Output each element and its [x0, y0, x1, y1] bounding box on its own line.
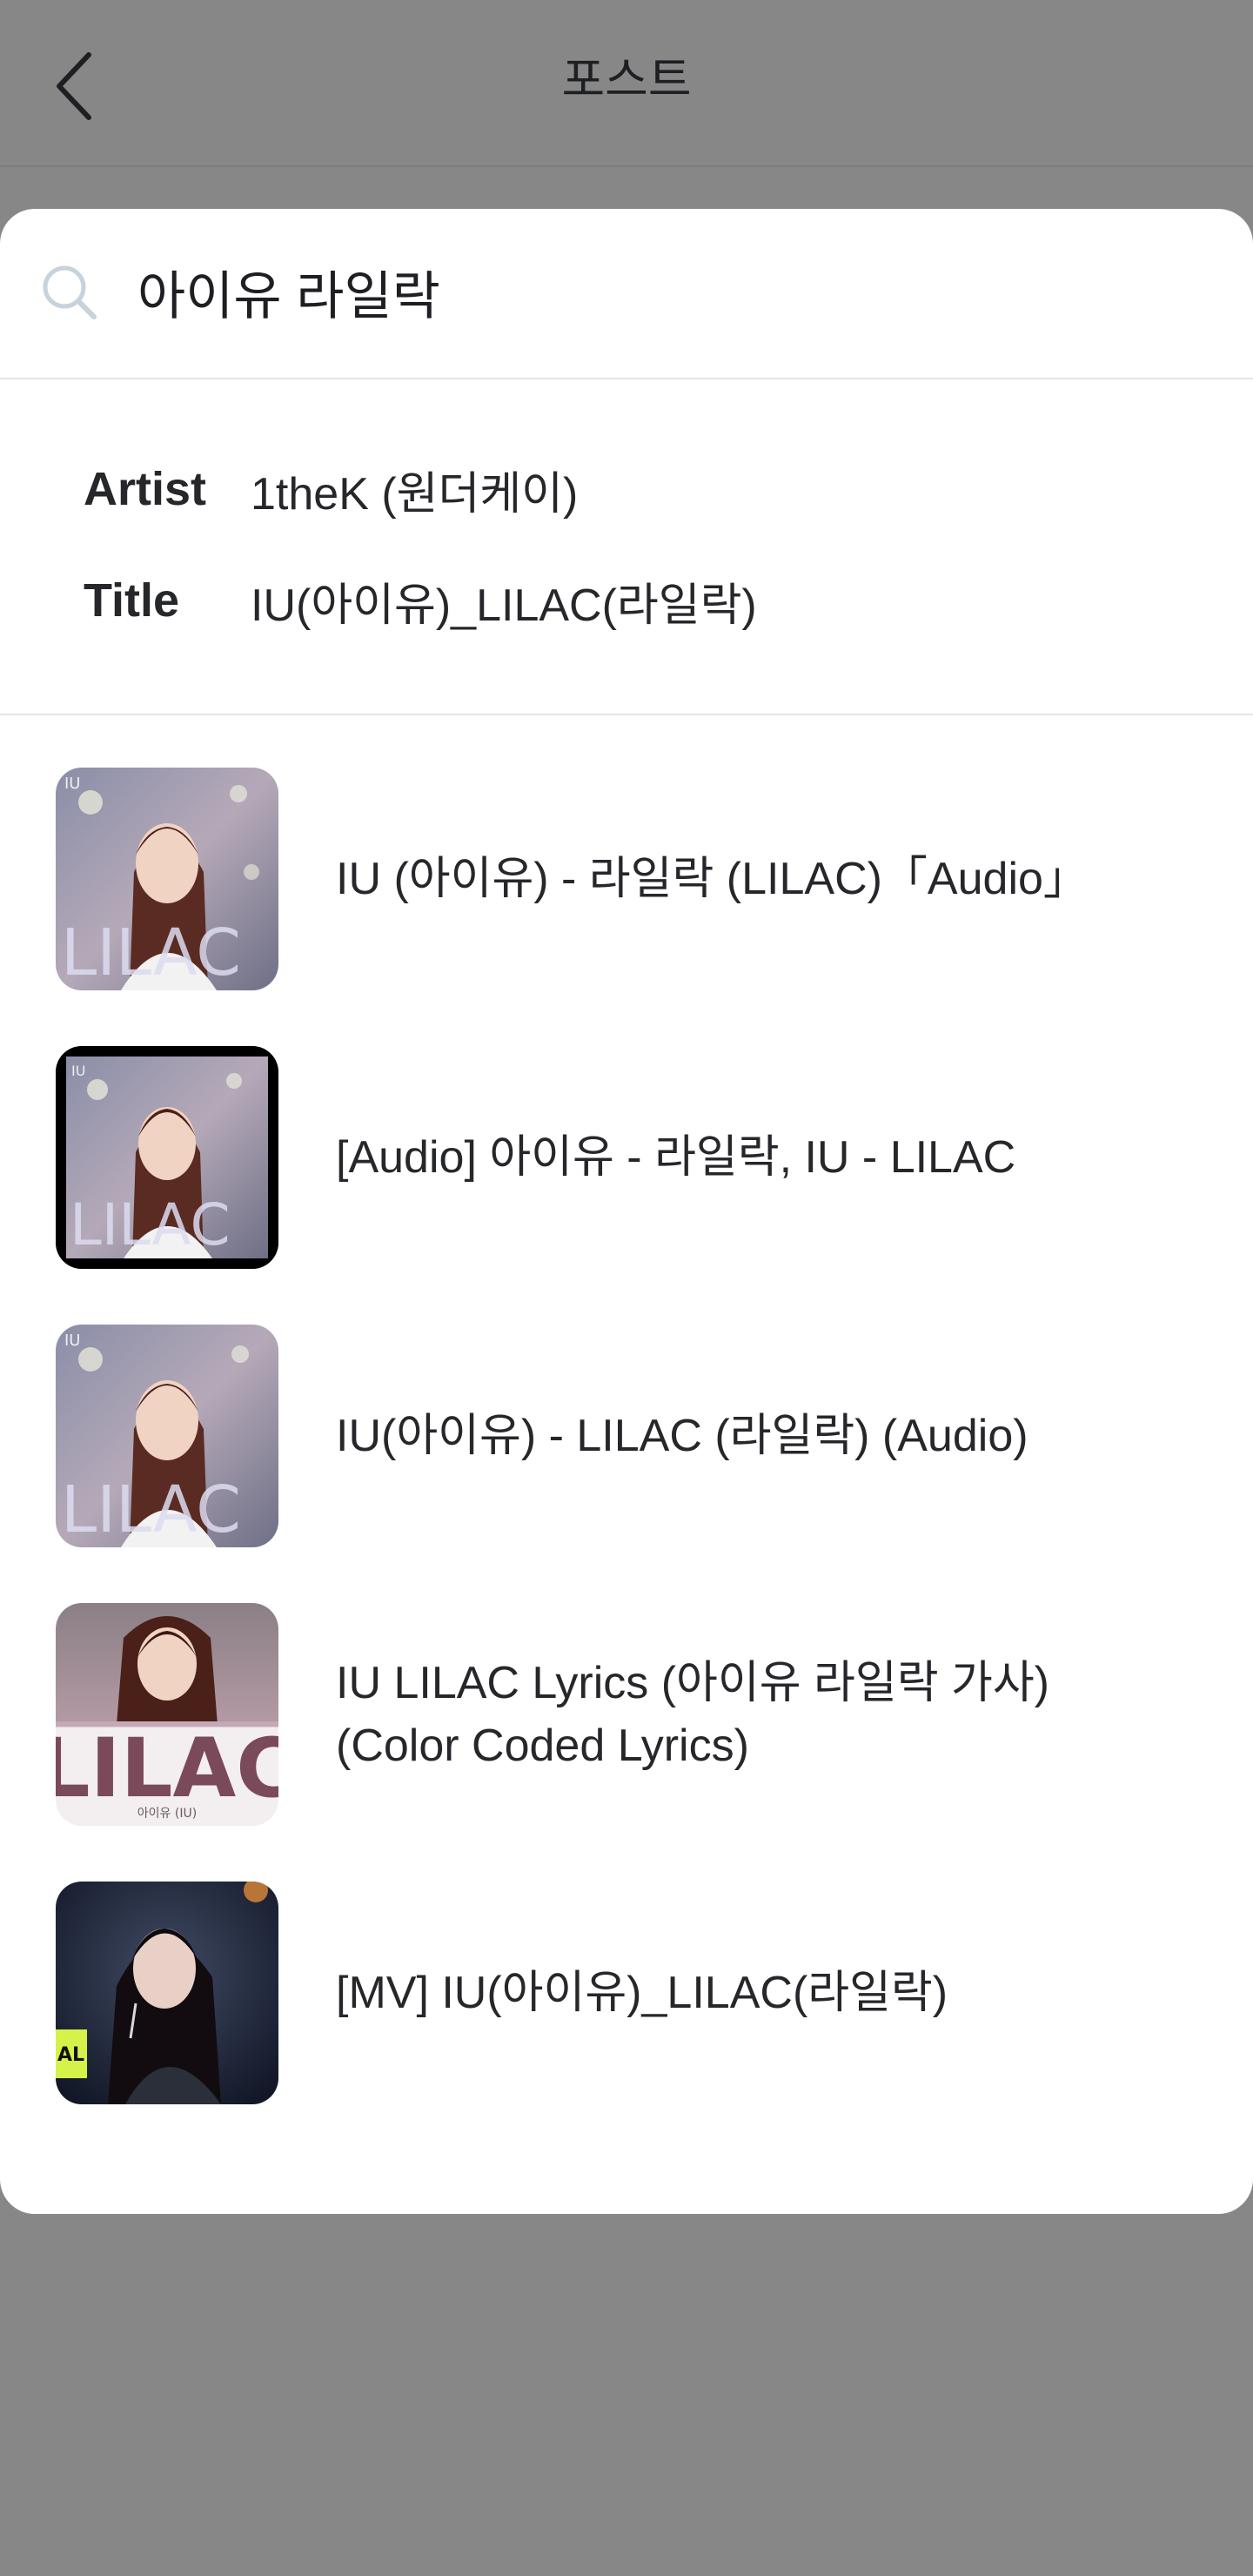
result-thumbnail: IU LILAC	[56, 768, 278, 990]
thumbnail-title: LILAC	[61, 1472, 241, 1547]
thumbnail-label: IU	[64, 775, 80, 793]
result-thumbnail: IU LILAC	[56, 1046, 278, 1269]
search-bar	[0, 209, 1253, 379]
thumbnail-label: IU	[71, 1063, 85, 1079]
thumbnail-title: LILAC	[61, 916, 241, 990]
title-label: Title	[84, 574, 180, 627]
thumbnail-title: LILAC	[56, 1721, 278, 1816]
artist-value: 1theK (원더케이)	[251, 468, 579, 520]
result-item[interactable]: AL [MV] IU(아이유)_LILAC(라일락)	[0, 1882, 1253, 2104]
thumbnail-label: AL	[57, 2044, 84, 2066]
title-row: Title IU(아이유)_LILAC(라일락)	[84, 566, 757, 635]
result-thumbnail: LILAC 아이유 (IU)	[56, 1603, 278, 1826]
result-thumbnail: IU LILAC	[56, 1325, 278, 1547]
artist-row: Artist 1theK (원더케이)	[84, 454, 578, 524]
result-item[interactable]: IU LILAC IU (아이유) - 라일락 (LILAC)「Audio」	[0, 768, 1253, 990]
result-title: IU LILAC Lyrics (아이유 라일락 가사) (Color Code…	[336, 1658, 1049, 1771]
result-title: IU(아이유) - LILAC (라일락) (Audio)	[336, 1411, 1029, 1461]
track-metadata: Artist 1theK (원더케이) Title IU(아이유)_LILAC(…	[0, 379, 1253, 715]
result-item[interactable]: IU LILAC IU(아이유) - LILAC (라일락) (Audio)	[0, 1325, 1253, 1547]
app-bar: 포스트	[0, 0, 1253, 167]
search-input[interactable]	[137, 252, 1182, 331]
result-title: IU (아이유) - 라일락 (LILAC)「Audio」	[336, 854, 1089, 904]
result-title: [MV] IU(아이유)_LILAC(라일락)	[336, 1968, 948, 2018]
title-value: IU(아이유)_LILAC(라일락)	[251, 580, 757, 631]
search-icon	[43, 265, 97, 319]
search-sheet: Artist 1theK (원더케이) Title IU(아이유)_LILAC(…	[0, 209, 1253, 2214]
result-item[interactable]: IU LILAC [Audio] 아이유 - 라일락, IU - LILAC	[0, 1046, 1253, 1269]
result-title: [Audio] 아이유 - 라일락, IU - LILAC	[336, 1132, 1016, 1183]
page-title: 포스트	[561, 54, 692, 106]
result-thumbnail: AL	[56, 1882, 278, 2104]
thumbnail-title: LILAC	[70, 1191, 231, 1258]
artist-label: Artist	[84, 463, 207, 515]
thumbnail-label: 아이유 (IU)	[137, 1807, 197, 1821]
result-item[interactable]: LILAC 아이유 (IU) IU LILAC Lyrics (아이유 라일락 …	[0, 1603, 1253, 1826]
thumbnail-label: IU	[64, 1332, 80, 1350]
